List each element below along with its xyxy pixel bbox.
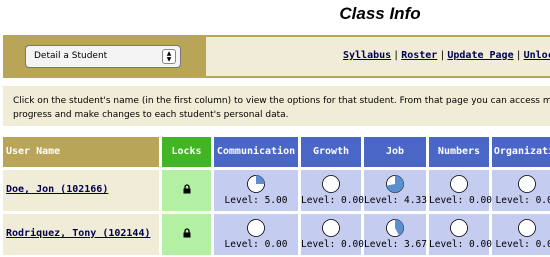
- updown-arrows-icon: ▲ ▼: [162, 49, 176, 64]
- lock-cell: [162, 170, 211, 211]
- student-progress-table: User Name Locks Communication Growth Job Numb…: [3, 137, 550, 257]
- nav-separator: |: [393, 50, 400, 61]
- skill-level-cell: Level: 0.00: [301, 214, 364, 255]
- column-header-skill: Communication: [214, 137, 298, 167]
- lock-icon[interactable]: [183, 184, 191, 197]
- skill-level-value: Level: 0.00: [301, 195, 364, 206]
- progress-pie-icon: [321, 219, 340, 237]
- syllabus-link[interactable]: Syllabus: [343, 50, 391, 61]
- skill-level-cell: Level: 0.00: [492, 170, 550, 211]
- skill-level-value: Level: 0.00: [301, 239, 364, 250]
- update-page-link[interactable]: Update Page: [447, 50, 513, 61]
- progress-pie-icon: [321, 175, 340, 193]
- nav-separator: |: [515, 50, 522, 61]
- skill-level-value: Level: 3.67: [364, 239, 427, 250]
- skill-level-cell: Level: 0.00: [429, 170, 492, 211]
- column-header-skill: Growth: [301, 137, 361, 167]
- progress-pie-icon: [246, 175, 265, 193]
- nav-links: Syllabus|Roster|Update Page|Unlock: [343, 50, 550, 61]
- column-header-user-name: User Name: [3, 137, 159, 167]
- column-header-skill: Job: [364, 137, 426, 167]
- progress-pie-icon: [385, 219, 404, 237]
- nav-links-area: Syllabus|Roster|Update Page|Unlock: [206, 37, 550, 76]
- skill-level-cell: Level: 0.00: [214, 214, 298, 255]
- skill-level-value: Level: 0.00: [429, 239, 492, 250]
- student-name-link[interactable]: Rodriquez, Tony (102144): [6, 228, 151, 239]
- skill-level-value: Level: 0.00: [495, 195, 550, 206]
- lock-cell: [162, 214, 211, 255]
- skill-level-cell: Level: 4.33: [364, 170, 427, 211]
- skill-level-cell: Level: 0.00: [429, 214, 492, 255]
- progress-pie-icon: [449, 175, 468, 193]
- page-title: Class Info: [339, 4, 421, 23]
- column-header-skill: Numbers: [429, 137, 489, 167]
- unlock-link[interactable]: Unlock: [524, 50, 550, 61]
- progress-pie-icon: [246, 219, 265, 237]
- column-header-locks: Locks: [162, 137, 211, 167]
- student-select-value: Detail a Student: [34, 51, 108, 61]
- progress-pie-icon: [385, 175, 404, 193]
- skill-level-value: Level: 0.00: [495, 239, 550, 250]
- progress-pie-icon: [449, 219, 468, 237]
- instructions-line-2: progress and make changes to each studen…: [13, 110, 289, 120]
- skill-level-value: Level: 0.00: [429, 195, 492, 206]
- skill-level-cell: Level: 5.00: [214, 170, 298, 211]
- skill-level-cell: Level: 0.00: [301, 170, 364, 211]
- progress-pie-icon: [517, 175, 536, 193]
- skill-level-value: Level: 4.33: [364, 195, 427, 206]
- table-row-user: Doe, Jon (102166): [3, 170, 159, 211]
- skill-level-value: Level: 0.00: [224, 239, 288, 250]
- student-name-link[interactable]: Doe, Jon (102166): [6, 184, 108, 195]
- instructions-panel: Click on the student's name (in the firs…: [3, 86, 550, 126]
- lock-icon[interactable]: [183, 228, 191, 241]
- progress-pie-icon: [517, 219, 536, 237]
- skill-level-cell: Level: 0.00: [492, 214, 550, 255]
- student-select[interactable]: Detail a Student ▲ ▼: [25, 45, 181, 68]
- nav-bar: Detail a Student ▲ ▼ Syllabus | Roster | Upda…: [3, 35, 550, 78]
- skill-level-value: Level: 5.00: [224, 195, 288, 206]
- student-select-area: Detail a Student ▲ ▼: [3, 35, 202, 78]
- instructions-line-1: Click on the student's name (in the firs…: [13, 96, 550, 106]
- table-row-user: Rodriquez, Tony (102144): [3, 214, 159, 255]
- skill-level-cell: Level: 3.67: [364, 214, 427, 255]
- column-header-skill: Organizatio: [492, 137, 550, 167]
- nav-separator: |: [439, 50, 446, 61]
- roster-link[interactable]: Roster: [401, 50, 437, 61]
